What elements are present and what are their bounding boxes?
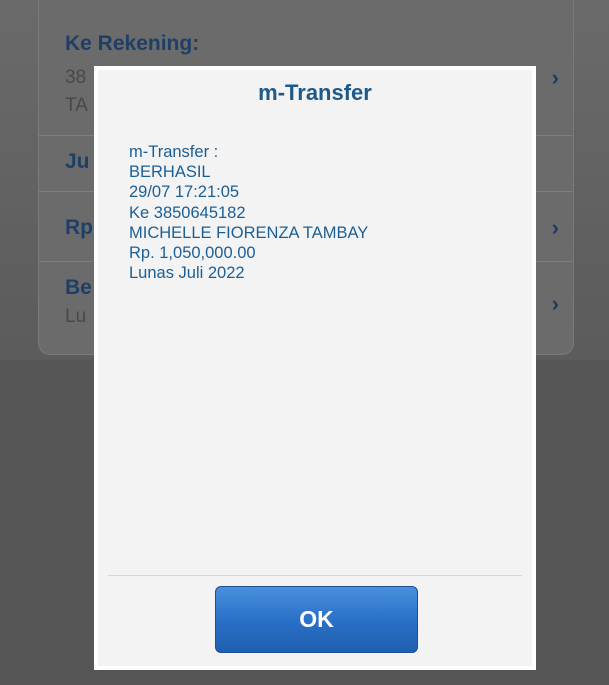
ok-button[interactable]: OK (215, 586, 418, 653)
mtransfer-dialog: m-Transfer m-Transfer : BERHASIL 29/07 1… (97, 69, 533, 667)
message-line-note: Lunas Juli 2022 (129, 264, 245, 283)
form-value-name-partial: TA (65, 95, 88, 116)
form-value-berita-partial: Lu (65, 306, 87, 327)
form-label-berita-partial: Be (65, 276, 92, 299)
message-line-recipient-name: MICHELLE FIORENZA TAMBAY (129, 223, 369, 242)
form-label-rupiah-partial: Rp (65, 216, 93, 239)
message-line-service: m-Transfer : (129, 143, 219, 161)
chevron-right-icon: › (551, 65, 559, 90)
form-label-ke-rekening: Ke Rekening: (65, 32, 200, 55)
chevron-right-icon: › (551, 215, 559, 240)
form-label-jumlah-partial: Ju (65, 150, 90, 173)
form-value-account-partial: 38 (65, 67, 87, 88)
message-line-timestamp: 29/07 17:21:05 (129, 183, 240, 202)
dialog-message: m-Transfer : BERHASIL 29/07 17:21:05 Ke … (129, 142, 509, 283)
message-line-amount: Rp. 1,050,000.00 (129, 244, 256, 263)
dialog-divider (108, 575, 522, 576)
screen: Ke Rekening: 38 TA › Ju Rp › Be Lu › m-T… (0, 0, 609, 685)
chevron-right-icon: › (551, 291, 559, 316)
dialog-title: m-Transfer (258, 80, 372, 105)
message-line-destination-account: Ke 3850645182 (129, 203, 246, 222)
message-line-status: BERHASIL (129, 163, 211, 182)
